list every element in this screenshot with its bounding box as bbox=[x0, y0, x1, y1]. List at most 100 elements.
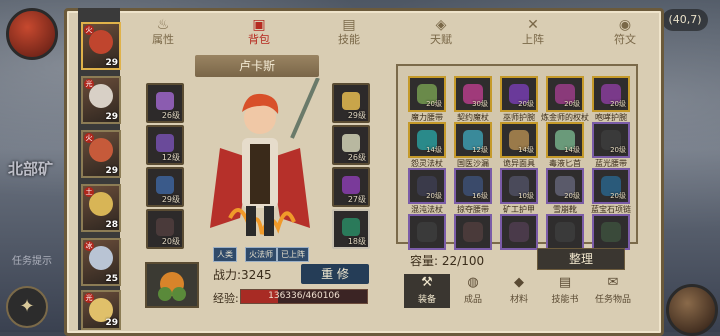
tab-bar: ♨ 属性 ▣ 背包 ▤ 技能 ◈ 天赋 ✕ 上阵 ◉ 符文 bbox=[67, 11, 661, 51]
hero-card[interactable]: 土 28 bbox=[81, 184, 121, 232]
inventory-item[interactable]: 20级 雪崩靴 bbox=[546, 168, 584, 214]
pet-slot[interactable] bbox=[145, 262, 199, 308]
hero-portrait bbox=[89, 246, 113, 270]
hero-card[interactable]: 火 29 bbox=[81, 130, 121, 178]
inventory-item[interactable]: 12级 国医沙漏 bbox=[454, 122, 492, 168]
inventory-item[interactable]: 16级 掠夺腰带 bbox=[454, 168, 492, 214]
hero-illustration bbox=[210, 78, 320, 236]
backpack-icon: ▣ bbox=[252, 17, 266, 33]
inventory-item[interactable]: 20级 巫师护腕 bbox=[500, 76, 538, 122]
item-frame bbox=[454, 214, 492, 250]
boots-icon bbox=[156, 176, 174, 194]
reforge-button[interactable]: 重 修 bbox=[301, 264, 369, 284]
item-level: 14级 bbox=[426, 146, 442, 154]
character-name: 卢卡斯 bbox=[195, 55, 319, 77]
companion-avatar[interactable] bbox=[666, 284, 718, 336]
hero-card[interactable]: 火 29 bbox=[81, 22, 121, 70]
equip-slot[interactable]: 29级 bbox=[146, 167, 184, 207]
inventory-item[interactable] bbox=[500, 214, 538, 260]
item-icon bbox=[555, 222, 575, 242]
category-products[interactable]: ◍ 成品 bbox=[450, 274, 496, 308]
tab-skills[interactable]: ▤ 技能 bbox=[321, 17, 377, 49]
category-tabs: ⚒ 装备 ◍ 成品 ◆ 材料 ▤ 技能书 ✉ 任务物品 bbox=[400, 274, 640, 310]
item-icon bbox=[509, 222, 529, 242]
hero-card[interactable]: 光 29 bbox=[81, 76, 121, 124]
necklace-icon bbox=[342, 218, 360, 236]
exp-bar: 136336/460106 bbox=[240, 289, 368, 304]
power-value: 3245 bbox=[241, 268, 272, 282]
belt-icon bbox=[156, 218, 174, 236]
inventory-item[interactable]: 20级 魔力腰带 bbox=[408, 76, 446, 122]
equip-slot[interactable]: 18级 bbox=[332, 209, 370, 249]
inventory-item[interactable]: 14级 诡异面具 bbox=[500, 122, 538, 168]
item-frame bbox=[408, 214, 446, 250]
equip-slot[interactable]: 27级 bbox=[332, 167, 370, 207]
inventory-grid: 20级 魔力腰带 30级 契约魔杖 20级 巫师护腕 20级 炼金师的权杖 20级 咆哮护腕 14级… bbox=[396, 64, 638, 250]
item-level: 20级 bbox=[518, 100, 534, 108]
hero-card[interactable]: 光 29 bbox=[81, 290, 121, 330]
crossed-swords-icon: ✕ bbox=[527, 17, 539, 33]
inventory-item[interactable]: 20级 蓝光腰带 bbox=[592, 122, 630, 168]
inventory-item[interactable]: 30级 契约魔杖 bbox=[454, 76, 492, 122]
item-level: 20级 bbox=[610, 146, 626, 154]
item-icon bbox=[463, 222, 483, 242]
item-icon bbox=[601, 222, 621, 242]
region-name: 北部矿 bbox=[8, 160, 54, 178]
tab-backpack[interactable]: ▣ 背包 bbox=[231, 17, 287, 49]
equip-slot[interactable]: 12级 bbox=[146, 125, 184, 165]
item-level: 20级 bbox=[610, 100, 626, 108]
hero-card[interactable]: 冰 25 bbox=[81, 238, 121, 286]
capacity-display: 容量: 22/100 bbox=[410, 254, 485, 268]
compass-icon[interactable]: ✦ bbox=[6, 286, 48, 328]
material-icon: ◆ bbox=[514, 275, 524, 290]
category-quest-items[interactable]: ✉ 任务物品 bbox=[588, 274, 638, 308]
inventory-item[interactable]: 20级 咆哮护腕 bbox=[592, 76, 630, 122]
potion-icon: ◍ bbox=[467, 275, 479, 290]
category-skillbooks[interactable]: ▤ 技能书 bbox=[542, 274, 588, 308]
hero-portrait bbox=[89, 192, 113, 216]
tab-deploy[interactable]: ✕ 上阵 bbox=[505, 17, 561, 49]
item-level: 12级 bbox=[472, 146, 488, 154]
item-level: 20级 bbox=[564, 192, 580, 200]
flame-icon: ♨ bbox=[156, 17, 170, 33]
equip-slot[interactable]: 26级 bbox=[146, 83, 184, 123]
equip-slot[interactable]: 26级 bbox=[332, 125, 370, 165]
player-avatar[interactable] bbox=[6, 8, 58, 60]
tab-talents[interactable]: ◈ 天赋 bbox=[413, 17, 469, 49]
hat-icon bbox=[156, 92, 174, 110]
pet-icon bbox=[158, 272, 186, 301]
item-level: 20级 bbox=[426, 192, 442, 200]
tab-attributes[interactable]: ♨ 属性 bbox=[135, 17, 191, 49]
inventory-item[interactable]: 14级 怨灵法杖 bbox=[408, 122, 446, 168]
category-materials[interactable]: ◆ 材料 bbox=[496, 274, 542, 308]
skillbook-icon: ▤ bbox=[558, 275, 572, 290]
item-level: 10级 bbox=[518, 192, 534, 200]
book-icon: ▤ bbox=[342, 17, 356, 33]
talent-icon: ◈ bbox=[435, 17, 447, 33]
quest-hint[interactable]: 任务提示 bbox=[12, 252, 52, 267]
item-level: 16级 bbox=[472, 192, 488, 200]
inventory-item[interactable]: 20级 炼金师的权杖 bbox=[541, 76, 589, 122]
item-level: 14级 bbox=[518, 146, 534, 154]
item-level: 14级 bbox=[564, 146, 580, 154]
tab-runes[interactable]: ◉ 符文 bbox=[597, 17, 653, 49]
inventory-item[interactable]: 10级 矿工护甲 bbox=[500, 168, 538, 214]
inventory-item[interactable]: 20级 混沌法杖 bbox=[408, 168, 446, 214]
equip-slot[interactable]: 29级 bbox=[332, 83, 370, 123]
sort-button[interactable]: 整理 bbox=[537, 248, 625, 270]
item-level: 30级 bbox=[472, 100, 488, 108]
inventory-item[interactable]: 20级 蓝宝石项链 bbox=[591, 168, 631, 214]
dagger-icon bbox=[342, 176, 360, 194]
power-display: 战力:3245 bbox=[213, 268, 272, 282]
item-level: 20级 bbox=[426, 100, 442, 108]
hero-portrait bbox=[89, 30, 113, 54]
hammer-icon: ⚒ bbox=[421, 275, 433, 290]
coordinate-readout: (40,7) bbox=[662, 9, 708, 31]
item-frame bbox=[546, 214, 584, 250]
item-icon bbox=[417, 222, 437, 242]
bracer-icon bbox=[156, 134, 174, 152]
category-equipment[interactable]: ⚒ 装备 bbox=[404, 274, 450, 308]
item-level: 20级 bbox=[610, 192, 626, 200]
equip-slot[interactable]: 20级 bbox=[146, 209, 184, 249]
inventory-item[interactable]: 14级 毒液匕首 bbox=[546, 122, 584, 168]
